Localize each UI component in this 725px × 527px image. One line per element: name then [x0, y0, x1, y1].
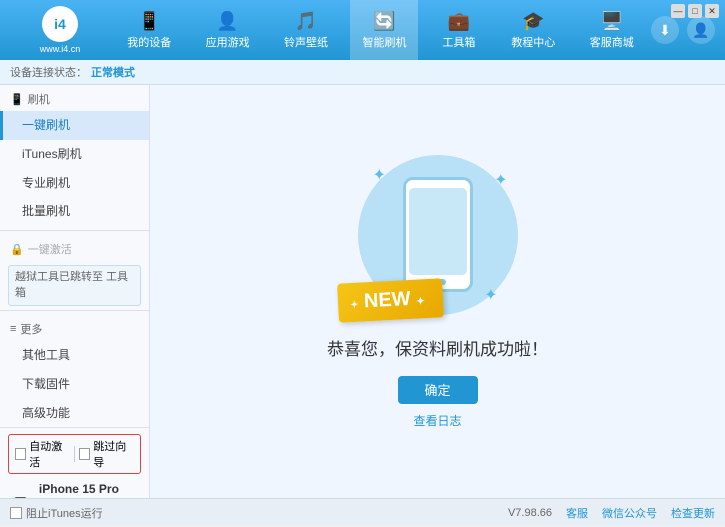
content-area: ✦ ✦ ✦ ✦ NEW ✦ 恭喜您，保资料刷机成功啦！ 确定 查看日志 [150, 85, 725, 498]
device-info: 📱 iPhone 15 Pro Max 512GB iPhone [8, 480, 141, 498]
checkbox-divider [74, 446, 75, 462]
sidebar: 📱 刷机 一键刷机 iTunes刷机 专业刷机 批量刷机 🔒 一键激活 越狱工具… [0, 85, 150, 498]
close-button[interactable]: ✕ [705, 4, 719, 18]
nav-tab-apps-games[interactable]: 👤 应用游戏 [194, 0, 262, 60]
ringtones-icon: 🎵 [295, 11, 317, 32]
sidebar-section-more: ≡ 更多 [0, 315, 149, 341]
smart-flash-icon: 🔄 [373, 11, 395, 32]
more-section-label: 更多 [20, 321, 42, 337]
sidebar-divider-2 [0, 310, 149, 311]
maximize-button[interactable]: □ [688, 4, 702, 18]
minimize-button[interactable]: — [671, 4, 685, 18]
tutorials-icon: 🎓 [522, 11, 544, 32]
nav-tab-apps-games-label: 应用游戏 [206, 34, 250, 50]
logo-area: i4 www.i4.cn [10, 6, 110, 54]
footer-left: 阻止iTunes运行 [10, 505, 103, 521]
success-message: 恭喜您，保资料刷机成功啦！ [327, 335, 548, 360]
nav-tab-service-label: 客服商城 [590, 34, 634, 50]
sidebar-item-download-fw[interactable]: 下载固件 [0, 370, 149, 399]
my-device-icon: 📱 [138, 11, 160, 32]
new-banner-star-right: ✦ [416, 296, 425, 307]
view-log-link[interactable]: 查看日志 [413, 412, 461, 429]
user-button[interactable]: 👤 [687, 16, 715, 44]
nav-tab-smart-flash[interactable]: 🔄 智能刷机 [350, 0, 418, 60]
itunes-cb[interactable] [10, 507, 22, 519]
main-layout: 📱 刷机 一键刷机 iTunes刷机 专业刷机 批量刷机 🔒 一键激活 越狱工具… [0, 85, 725, 498]
status-bar: 设备连接状态： 正常模式 [0, 60, 725, 85]
sidebar-item-pro-flash[interactable]: 专业刷机 [0, 169, 149, 198]
sidebar-item-advanced[interactable]: 高级功能 [0, 399, 149, 428]
apps-games-icon: 👤 [216, 11, 238, 32]
header: i4 www.i4.cn 📱 我的设备 👤 应用游戏 🎵 铃声壁纸 🔄 智能刷机… [0, 0, 725, 60]
download-button[interactable]: ⬇ [651, 16, 679, 44]
sparkle-tl: ✦ [373, 165, 386, 185]
auto-activate-checkbox[interactable]: 自动激活 [15, 438, 70, 470]
version-label: V7.98.66 [508, 507, 552, 519]
nav-tab-tutorials-label: 教程中心 [511, 34, 555, 50]
toolbox-icon: 💼 [448, 11, 470, 32]
sidebar-tip-box: 越狱工具已跳转至 工具箱 [8, 265, 141, 306]
sidebar-item-one-key-flash[interactable]: 一键刷机 [0, 111, 149, 140]
phone-screen [409, 188, 467, 275]
device-phone-icon: 📱 [8, 496, 33, 498]
auto-activate-label: 自动激活 [29, 438, 70, 470]
nav-tab-ringtones[interactable]: 🎵 铃声壁纸 [272, 0, 340, 60]
sidebar-item-itunes-flash[interactable]: iTunes刷机 [0, 140, 149, 169]
sidebar-divider-1 [0, 230, 149, 231]
footer-link-skin[interactable]: 客服 [566, 505, 588, 521]
footer-link-check-update[interactable]: 检查更新 [671, 505, 715, 521]
nav-tab-ringtones-label: 铃声壁纸 [284, 34, 328, 50]
new-badge-text: NEW [363, 287, 411, 311]
nav-tab-toolbox-label: 工具箱 [442, 34, 475, 50]
footer-right: V7.98.66 客服 微信公众号 检查更新 [508, 505, 715, 521]
lock-icon: 🔒 [10, 243, 24, 256]
sidebar-section-activate: 🔒 一键激活 [0, 235, 149, 261]
skip-guide-label: 跳过向导 [93, 438, 134, 470]
sidebar-item-batch-flash[interactable]: 批量刷机 [0, 197, 149, 226]
logo-icon: i4 [42, 6, 78, 42]
service-icon: 🖥️ [601, 11, 623, 32]
auto-activate-cb[interactable] [15, 448, 26, 460]
more-section-icon: ≡ [10, 323, 16, 335]
nav-tabs: 📱 我的设备 👤 应用游戏 🎵 铃声壁纸 🔄 智能刷机 💼 工具箱 🎓 教程中心… [110, 0, 651, 60]
nav-tab-my-device-label: 我的设备 [127, 34, 171, 50]
status-value: 正常模式 [91, 64, 135, 80]
nav-tab-smart-flash-label: 智能刷机 [362, 34, 406, 50]
nav-tab-service[interactable]: 🖥️ 客服商城 [578, 0, 646, 60]
device-text: iPhone 15 Pro Max 512GB iPhone [39, 482, 141, 498]
nav-tab-toolbox[interactable]: 💼 工具箱 [429, 0, 489, 60]
skip-guide-checkbox[interactable]: 跳过向导 [79, 438, 134, 470]
window-controls: — □ ✕ [671, 4, 719, 18]
logo-url: www.i4.cn [40, 44, 81, 54]
device-activate-row: 自动激活 跳过向导 [8, 434, 141, 474]
nav-tab-tutorials[interactable]: 🎓 教程中心 [499, 0, 567, 60]
sidebar-section-flash: 📱 刷机 [0, 85, 149, 111]
footer-link-wechat[interactable]: 微信公众号 [602, 505, 657, 521]
header-right: ⬇ 👤 [651, 16, 715, 44]
phone-illustration: ✦ ✦ ✦ ✦ NEW ✦ [358, 155, 518, 315]
device-bottom: 自动激活 跳过向导 📱 iPhone 15 Pro Max 512GB iPho… [0, 427, 149, 498]
phone-body [403, 177, 473, 292]
itunes-label: 阻止iTunes运行 [26, 505, 103, 521]
sparkle-tr: ✦ [494, 170, 507, 190]
device-name: iPhone 15 Pro Max [39, 482, 141, 498]
flash-section-label: 刷机 [28, 91, 50, 107]
itunes-checkbox[interactable]: 阻止iTunes运行 [10, 505, 103, 521]
flash-section-icon: 📱 [10, 93, 24, 106]
activate-section-label: 一键激活 [28, 241, 72, 257]
sidebar-item-other-tools[interactable]: 其他工具 [0, 341, 149, 370]
footer: 阻止iTunes运行 V7.98.66 客服 微信公众号 检查更新 [0, 498, 725, 526]
skip-guide-cb[interactable] [79, 448, 90, 460]
confirm-button[interactable]: 确定 [398, 376, 478, 404]
status-prefix: 设备连接状态： [10, 64, 87, 80]
new-banner-star-left: ✦ [349, 299, 358, 310]
new-banner: ✦ NEW ✦ [337, 278, 443, 322]
nav-tab-my-device[interactable]: 📱 我的设备 [115, 0, 183, 60]
sparkle-br: ✦ [484, 285, 497, 305]
